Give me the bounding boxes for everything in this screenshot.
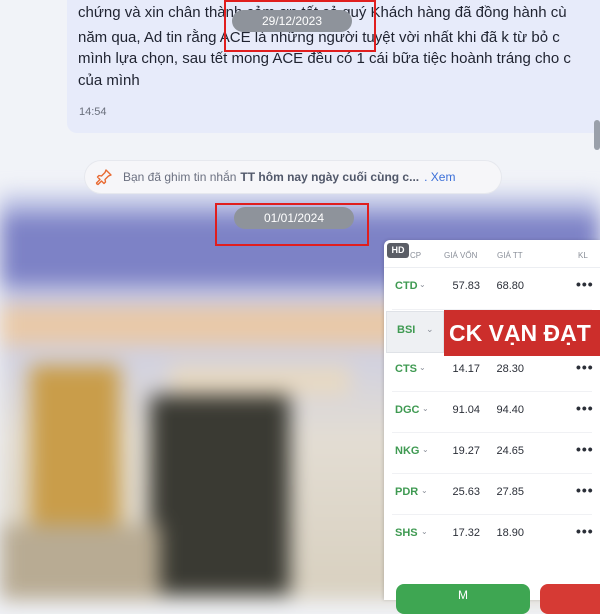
header-cost: GIÁ VỐN [444,251,478,260]
stock-symbol[interactable]: PDR [395,486,418,498]
stock-symbol[interactable]: CTD [395,280,418,292]
more-icon[interactable]: ••• [576,400,594,416]
chevron-down-icon: ⌄ [422,445,429,454]
price-value: 68.80 [496,280,524,292]
stock-row[interactable]: SHS ⌄ 17.32 18.90 ••• [384,514,600,555]
chevron-down-icon: ⌄ [421,486,428,495]
more-icon[interactable]: ••• [576,276,594,292]
message-time: 14:54 [79,106,107,118]
price-value: 27.85 [496,486,524,498]
more-icon[interactable]: ••• [576,523,594,539]
more-icon[interactable]: ••• [576,482,594,498]
message-line: mình lựa chọn, sau tết mong ACE đều có 1… [78,50,571,67]
broker-banner: CK VẠN ĐẠT [444,310,600,356]
more-icon[interactable]: ••• [576,359,594,375]
cost-value: 91.04 [452,404,480,416]
stock-symbol[interactable]: DGC [395,404,419,416]
more-icon[interactable]: ••• [576,441,594,457]
price-value: 28.30 [496,363,524,375]
pin-icon [95,169,112,186]
price-value: 24.65 [496,445,524,457]
stock-symbol[interactable]: BSI [397,324,415,336]
chevron-down-icon: ⌄ [426,324,434,334]
header-qty: KL [578,251,588,260]
pinned-message-bar[interactable]: Bạn đã ghim tin nhắn TT hôm nay ngày cuố… [85,161,501,193]
pinned-title: TT hôm nay ngày cuối cùng c... [240,170,420,184]
price-value: 94.40 [496,404,524,416]
cost-value: 14.17 [452,363,480,375]
stock-row[interactable]: DGC ⌄ 91.04 94.40 ••• [384,391,600,432]
chevron-down-icon: ⌄ [421,527,428,536]
stock-row[interactable]: CTS ⌄ 14.17 28.30 ••• [384,350,600,391]
cost-value: 19.27 [452,445,480,457]
hd-badge: HD [387,243,409,258]
stock-symbol[interactable]: NKG [395,445,419,457]
cost-value: 25.63 [452,486,480,498]
chevron-down-icon: ⌄ [422,404,429,413]
stock-row[interactable]: NKG ⌄ 19.27 24.65 ••• [384,432,600,473]
highlight-box [215,203,369,246]
buy-button[interactable]: M [396,584,530,614]
header-price: GIÁ TT [497,251,523,260]
price-value: 18.90 [496,527,524,539]
highlight-box [224,0,376,52]
cost-value: 17.32 [452,527,480,539]
stock-portfolio-panel: HD CP GIÁ VỐN GIÁ TT KL CTD ⌄ 57.83 68.8… [384,240,600,600]
scrollbar[interactable] [594,120,600,150]
stock-row[interactable]: CTD ⌄ 57.83 68.80 ••• [384,267,600,308]
pinned-prefix: Bạn đã ghim tin nhắn [123,170,237,184]
stock-symbol[interactable]: SHS [395,527,418,539]
chevron-down-icon: ⌄ [419,363,426,372]
sell-button[interactable] [540,584,600,614]
cost-value: 57.83 [452,280,480,292]
stock-row[interactable]: PDR ⌄ 25.63 27.85 ••• [384,473,600,514]
header-symbol: CP [410,251,422,260]
view-link[interactable]: . Xem [424,170,455,184]
stock-symbol[interactable]: CTS [395,363,417,375]
message-line: của mình [78,72,140,89]
chevron-down-icon: ⌄ [419,280,426,289]
